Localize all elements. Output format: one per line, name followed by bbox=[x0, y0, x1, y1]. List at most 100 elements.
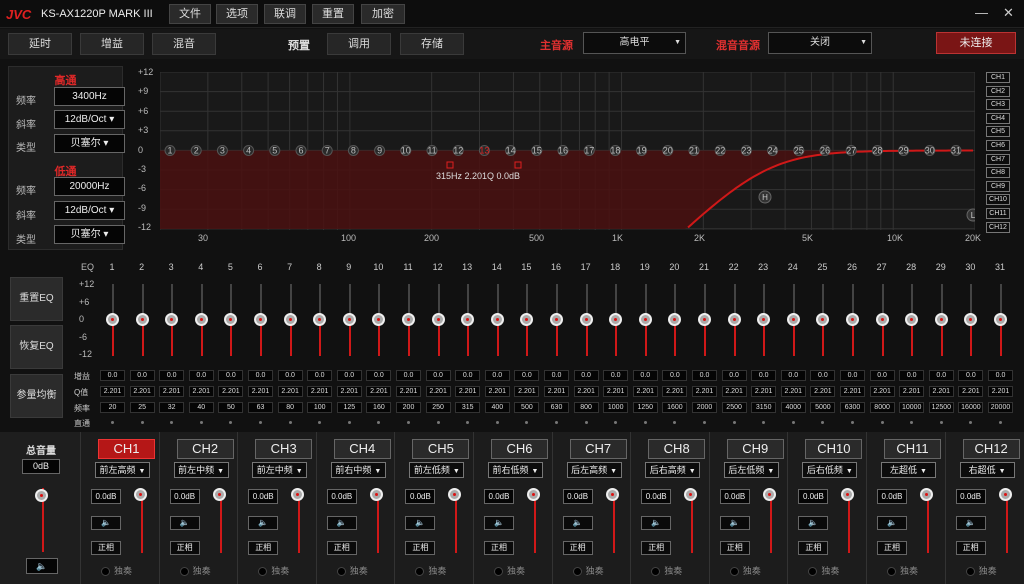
channel-fader-track[interactable] bbox=[219, 497, 222, 553]
eq-bypass-toggle[interactable] bbox=[880, 421, 884, 424]
channel-position-select[interactable]: 右超低 ▼ bbox=[959, 462, 1015, 478]
channel-gain-value[interactable]: 0.0dB bbox=[877, 489, 907, 504]
channel-gain-value[interactable]: 0.0dB bbox=[641, 489, 672, 504]
eq-freq-cell[interactable]: 12500 bbox=[928, 402, 954, 413]
lp-freq-input[interactable]: 20000Hz bbox=[54, 177, 125, 196]
eq-slider-knob[interactable] bbox=[905, 313, 919, 326]
channel-select-ch7[interactable]: CH7 bbox=[986, 153, 1010, 165]
channel-button[interactable]: CH10 bbox=[805, 439, 863, 459]
channel-fader-knob[interactable] bbox=[841, 488, 855, 501]
eq-gain-cell[interactable]: 0.0 bbox=[100, 370, 125, 381]
eq-response-graph[interactable]: 1 2 3 4 5 6 7 8 9 10 11 12 13 14 15 16 17 18 19 20 21 22 23 24 2… bbox=[159, 71, 980, 230]
eq-slider-knob[interactable] bbox=[135, 313, 149, 326]
eq-gain-cell[interactable]: 0.0 bbox=[425, 370, 451, 381]
eq-bypass-toggle[interactable] bbox=[259, 421, 262, 424]
lp-marker[interactable]: L bbox=[971, 211, 976, 220]
eq-freq-cell[interactable]: 20000 bbox=[988, 402, 1013, 413]
eq-freq-cell[interactable]: 6300 bbox=[840, 402, 865, 413]
eq-gain-cell[interactable]: 0.0 bbox=[544, 370, 569, 381]
channel-position-select[interactable]: 前左中频 ▼ bbox=[173, 462, 229, 478]
eq-q-cell[interactable]: 2.201 bbox=[662, 386, 688, 397]
eq-freq-cell[interactable]: 16000 bbox=[958, 402, 984, 413]
eq-slider-knob[interactable] bbox=[313, 313, 327, 326]
eq-q-cell[interactable]: 2.201 bbox=[632, 386, 658, 397]
solo-toggle[interactable]: 独奏 bbox=[729, 564, 761, 577]
eq-gain-cell[interactable]: 0.0 bbox=[396, 370, 421, 381]
eq-bypass-toggle[interactable] bbox=[555, 421, 558, 424]
channel-position-select[interactable]: 后左高频 ▼ bbox=[566, 462, 622, 478]
parametric-eq-button[interactable]: 参量均衡 bbox=[10, 374, 63, 418]
solo-toggle[interactable]: 独奏 bbox=[258, 564, 289, 577]
eq-freq-cell[interactable]: 630 bbox=[544, 402, 569, 413]
channel-button[interactable]: CH5 bbox=[412, 439, 470, 459]
channel-fader-knob[interactable] bbox=[369, 488, 383, 501]
eq-q-cell[interactable]: 2.201 bbox=[869, 386, 895, 397]
eq-q-cell[interactable]: 2.201 bbox=[692, 386, 717, 397]
channel-button[interactable]: CH6 bbox=[491, 439, 548, 459]
channel-fader-knob[interactable] bbox=[762, 488, 776, 501]
eq-q-cell[interactable]: 2.201 bbox=[810, 386, 836, 397]
eq-gain-cell[interactable]: 0.0 bbox=[336, 370, 362, 381]
eq-freq-cell[interactable]: 32 bbox=[159, 402, 185, 413]
eq-slider-knob[interactable] bbox=[757, 313, 771, 326]
eq-q-cell[interactable]: 2.201 bbox=[514, 386, 540, 397]
channel-fader-track[interactable] bbox=[927, 497, 929, 553]
solo-toggle[interactable]: 独奏 bbox=[101, 564, 132, 577]
channel-position-select[interactable]: 前右中频 ▼ bbox=[330, 462, 386, 478]
channel-button[interactable]: CH9 bbox=[726, 439, 784, 459]
speaker-icon[interactable]: 🔈 bbox=[248, 516, 279, 530]
eq-gain-cell[interactable]: 0.0 bbox=[899, 370, 925, 381]
eq-slider-knob[interactable] bbox=[106, 313, 119, 326]
eq-q-cell[interactable]: 2.201 bbox=[603, 386, 629, 397]
eq-freq-cell[interactable]: 315 bbox=[455, 402, 481, 413]
eq-freq-cell[interactable]: 400 bbox=[484, 402, 510, 413]
reset-eq-button[interactable]: 重置EQ bbox=[10, 277, 63, 321]
eq-bypass-toggle[interactable] bbox=[347, 421, 351, 424]
speaker-icon[interactable]: 🔈 bbox=[405, 516, 436, 530]
eq-slider-knob[interactable] bbox=[165, 313, 179, 326]
eq-gain-cell[interactable]: 0.0 bbox=[632, 370, 658, 381]
eq-freq-cell[interactable]: 125 bbox=[336, 402, 362, 413]
channel-select-ch10[interactable]: CH10 bbox=[986, 194, 1010, 206]
eq-bypass-toggle[interactable] bbox=[407, 421, 410, 424]
eq-q-cell[interactable]: 2.201 bbox=[100, 386, 125, 397]
eq-slider-knob[interactable] bbox=[786, 313, 800, 326]
menu-options[interactable]: 选项 bbox=[216, 4, 258, 24]
eq-freq-cell[interactable]: 25 bbox=[129, 402, 155, 413]
recall-button[interactable]: 调用 bbox=[327, 33, 391, 55]
channel-select-ch9[interactable]: CH9 bbox=[986, 180, 1010, 192]
eq-bypass-toggle[interactable] bbox=[318, 421, 322, 424]
eq-gain-cell[interactable]: 0.0 bbox=[810, 370, 836, 381]
channel-gain-value[interactable]: 0.0dB bbox=[484, 489, 514, 504]
eq-bypass-toggle[interactable] bbox=[288, 421, 292, 424]
channel-gain-value[interactable]: 0.0dB bbox=[405, 489, 436, 504]
eq-slider-knob[interactable] bbox=[727, 313, 741, 326]
channel-button[interactable]: CH7 bbox=[569, 439, 627, 459]
eq-gain-cell[interactable]: 0.0 bbox=[780, 370, 806, 381]
eq-freq-cell[interactable]: 5000 bbox=[810, 402, 836, 413]
restore-eq-button[interactable]: 恢复EQ bbox=[10, 325, 63, 369]
channel-fader-track[interactable] bbox=[298, 497, 301, 553]
channel-gain-value[interactable]: 0.0dB bbox=[326, 489, 357, 504]
eq-slider-knob[interactable] bbox=[964, 313, 978, 326]
eq-gain-cell[interactable]: 0.0 bbox=[958, 370, 984, 381]
channel-button[interactable]: CH8 bbox=[648, 439, 706, 459]
channel-fader-knob[interactable] bbox=[212, 488, 226, 501]
phase-button[interactable]: 正相 bbox=[641, 541, 672, 555]
eq-freq-cell[interactable]: 1250 bbox=[632, 402, 658, 413]
speaker-icon[interactable]: 🔈 bbox=[169, 516, 200, 530]
eq-slider-knob[interactable] bbox=[283, 313, 297, 326]
eq-q-cell[interactable]: 2.201 bbox=[958, 386, 984, 397]
eq-freq-cell[interactable]: 20 bbox=[100, 402, 125, 413]
eq-freq-cell[interactable]: 160 bbox=[366, 402, 392, 413]
master-fader-knob[interactable] bbox=[35, 489, 48, 502]
eq-bypass-toggle[interactable] bbox=[851, 421, 854, 424]
channel-gain-value[interactable]: 0.0dB bbox=[91, 489, 121, 504]
eq-bypass-toggle[interactable] bbox=[643, 421, 647, 424]
eq-bypass-toggle[interactable] bbox=[999, 421, 1002, 424]
speaker-icon[interactable]: 🔈 bbox=[877, 516, 907, 530]
eq-slider-knob[interactable] bbox=[402, 313, 415, 326]
channel-position-select[interactable]: 前左低频 ▼ bbox=[409, 462, 465, 478]
lp-slope-select[interactable]: 12dB/Oct ▾ bbox=[54, 201, 125, 220]
eq-bypass-toggle[interactable] bbox=[495, 421, 499, 424]
